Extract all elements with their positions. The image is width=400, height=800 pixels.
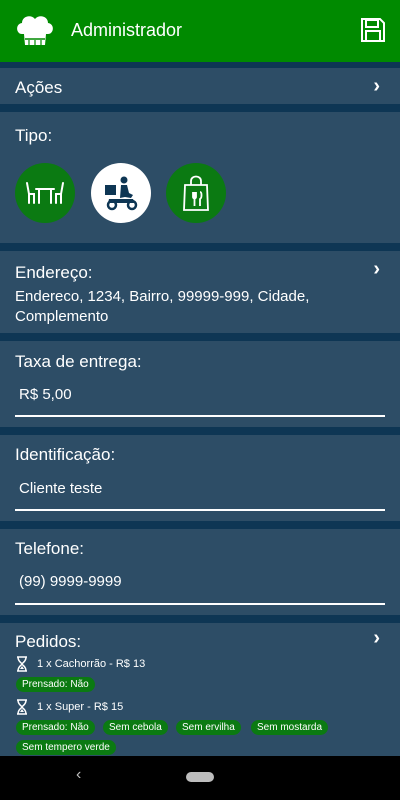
type-takeaway-button[interactable] [166, 163, 226, 223]
chef-hat-icon [17, 16, 53, 45]
chevron-right-icon: › [373, 258, 380, 280]
identificacao-underline [15, 509, 385, 511]
endereco-label: Endereço: [15, 263, 93, 282]
pedidos-label: Pedidos: [15, 632, 82, 651]
taxa-label: Taxa de entrega: [15, 352, 142, 371]
order-tag-chip: Sem cebola [103, 720, 168, 735]
order-tag-chip: Sem mostarda [251, 720, 329, 735]
taxa-underline [15, 415, 385, 417]
telefone-label: Telefone: [15, 539, 84, 558]
order-tag-chip: Prensado: Não [16, 720, 95, 735]
order-item-text: 1 x Cachorrão - R$ 13 [37, 658, 146, 670]
identificacao-label: Identificação: [15, 445, 116, 464]
type-delivery-button[interactable] [91, 163, 151, 223]
telefone-input[interactable]: (99) 9999-9999 [19, 573, 122, 590]
tipo-label: Tipo: [15, 126, 53, 145]
taxa-input[interactable]: R$ 5,00 [19, 386, 72, 403]
page-title: Administrador [71, 20, 183, 40]
order-item: 1 x Cachorrão - R$ 13 [15, 656, 145, 672]
hourglass-icon [17, 699, 27, 715]
nav-home-pill[interactable] [186, 772, 214, 782]
chevron-right-icon: › [373, 627, 380, 649]
order-item-text: 1 x Super - R$ 15 [37, 701, 124, 713]
chevron-right-icon: › [373, 75, 380, 97]
identificacao-input[interactable]: Cliente teste [19, 480, 102, 497]
takeaway-bag-icon [183, 175, 209, 211]
delivery-motorbike-icon [105, 176, 138, 211]
order-tag-chip: Sem ervilha [176, 720, 241, 735]
type-dine-in-button[interactable] [15, 163, 75, 223]
app-bar: Administrador [0, 0, 400, 62]
acoes-label: Ações [15, 78, 63, 97]
save-icon[interactable] [360, 17, 386, 43]
dine-in-table-icon [26, 182, 64, 204]
order-tag-chip: Sem tempero verde [16, 740, 116, 755]
order-tag-chip: Prensado: Não [16, 677, 95, 692]
telefone-underline [15, 603, 385, 605]
nav-back-icon[interactable]: ‹ [76, 766, 81, 784]
hourglass-icon [17, 656, 27, 672]
endereco-value: Endereco, 1234, Bairro, 99999-999, Cidad… [15, 288, 310, 325]
order-item: 1 x Super - R$ 15 [15, 699, 123, 715]
acoes-row[interactable]: Ações › [0, 68, 400, 104]
